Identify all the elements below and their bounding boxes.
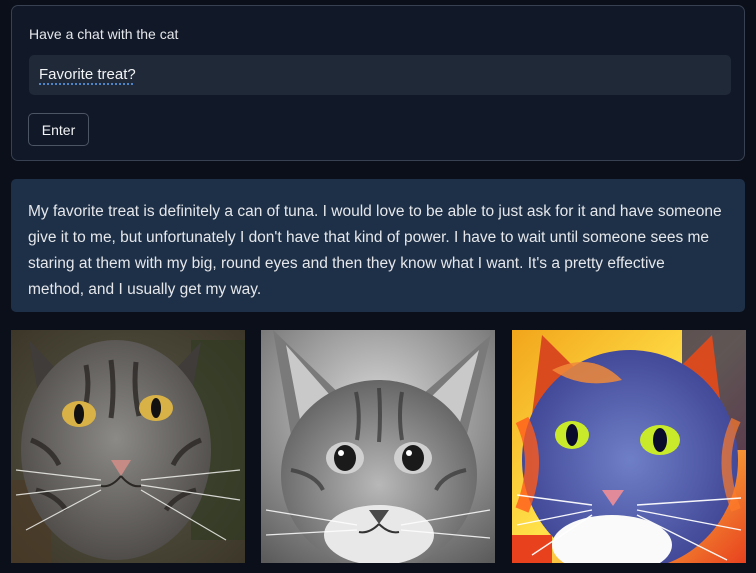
- chat-input[interactable]: Favorite treat?: [29, 55, 731, 95]
- chat-panel: Have a chat with the cat Favorite treat?…: [11, 5, 745, 161]
- enter-button[interactable]: Enter: [28, 113, 89, 146]
- tabby-cat-image: [11, 330, 245, 563]
- cat-response-box: My favorite treat is definitely a can of…: [11, 179, 745, 312]
- chat-input-value: Favorite treat?: [39, 66, 136, 83]
- app-page: Have a chat with the cat Favorite treat?…: [0, 0, 756, 573]
- cat-image-gallery: [11, 330, 746, 563]
- cat-response-text: My favorite treat is definitely a can of…: [28, 203, 722, 298]
- chat-label: Have a chat with the cat: [29, 26, 179, 42]
- grayscale-cat-image: [261, 330, 495, 563]
- pop-art-cat-image: [512, 330, 746, 563]
